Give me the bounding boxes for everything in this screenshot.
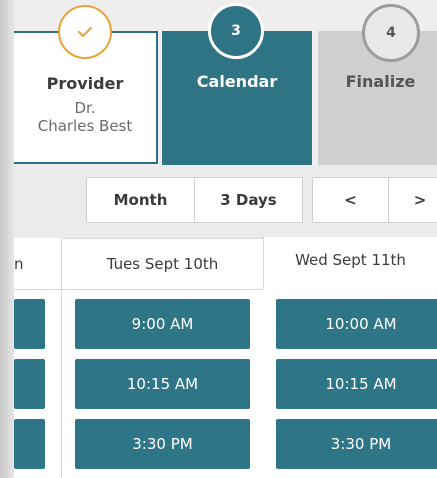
month-view-button[interactable]: Month: [87, 178, 195, 222]
three-days-view-button[interactable]: 3 Days: [195, 178, 302, 222]
time-slot-button[interactable]: 3:30 PM: [75, 419, 250, 469]
date-navigation: < >: [312, 177, 437, 223]
column-header: Wed Sept 11th: [263, 237, 437, 289]
time-slot-button[interactable]: 9:00 AM: [75, 299, 250, 349]
time-slot-button[interactable]: 10:00 AM: [276, 299, 437, 349]
time-slot-button[interactable]: [14, 299, 45, 349]
step-number-badge: 4: [362, 4, 420, 62]
provider-name: Dr. Charles Best: [14, 99, 156, 135]
next-button[interactable]: >: [389, 178, 437, 222]
step-number-badge: 3: [208, 3, 264, 59]
column-header: Tues Sept 10th: [61, 238, 263, 290]
time-slot-button[interactable]: [14, 359, 45, 409]
checkmark-icon: [78, 27, 92, 37]
side-panel-shadow: [0, 0, 14, 478]
calendar-grid: n Tues Sept 10th Wed Sept 11th 9:00 AM 1…: [14, 237, 437, 478]
check-icon: [58, 5, 112, 59]
provider-name-prefix: Dr.: [74, 99, 96, 117]
column-divider: [61, 290, 62, 478]
step-provider-title: Provider: [46, 74, 124, 93]
step-calendar-title: Calendar: [196, 72, 278, 91]
time-slot-button[interactable]: 10:15 AM: [276, 359, 437, 409]
step-finalize-title: Finalize: [345, 72, 416, 91]
view-toggle: Month 3 Days: [86, 177, 303, 223]
time-slot-button[interactable]: 3:30 PM: [276, 419, 437, 469]
time-slot-button[interactable]: 10:15 AM: [75, 359, 250, 409]
column-header: n: [14, 238, 61, 290]
provider-name-full: Charles Best: [37, 117, 133, 135]
prev-button[interactable]: <: [313, 178, 389, 222]
time-slot-button[interactable]: [14, 419, 45, 469]
